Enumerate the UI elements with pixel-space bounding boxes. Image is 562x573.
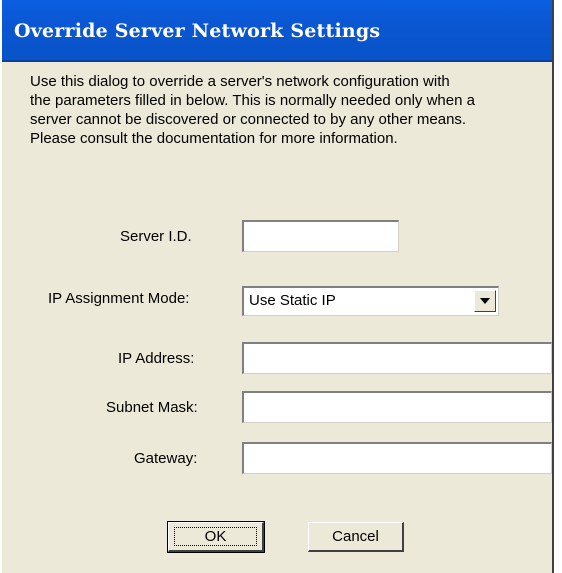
ok-button[interactable]: OK: [167, 521, 265, 553]
ip-mode-label: IP Assignment Mode:: [48, 290, 190, 307]
ip-mode-select[interactable]: Use Static IP: [242, 286, 499, 316]
subnet-mask-label: Subnet Mask:: [106, 399, 198, 416]
ip-address-label: IP Address:: [118, 350, 195, 367]
description-line: Please consult the documentation for mor…: [30, 130, 398, 147]
gateway-input[interactable]: [242, 442, 552, 474]
cancel-button[interactable]: Cancel: [308, 522, 404, 552]
server-id-label: Server I.D.: [120, 228, 192, 245]
description-line: the parameters filled in below. This is …: [30, 92, 475, 109]
subnet-mask-input[interactable]: [242, 391, 552, 423]
dialog-description: Use this dialog to override a server's n…: [30, 72, 550, 148]
chevron-down-icon: [480, 298, 490, 304]
ip-mode-dropdown-button[interactable]: [474, 290, 496, 312]
focus-rect: [174, 527, 257, 546]
gateway-label: Gateway:: [134, 450, 198, 467]
description-line: Use this dialog to override a server's n…: [30, 73, 450, 90]
server-id-input[interactable]: [242, 220, 399, 252]
dialog-title: Override Server Network Settings: [14, 20, 381, 42]
title-bar[interactable]: Override Server Network Settings: [2, 0, 552, 62]
cancel-button-label: Cancel: [332, 528, 379, 545]
description-line: server cannot be discovered or connected…: [30, 111, 467, 128]
ip-address-input[interactable]: [242, 342, 552, 374]
ip-mode-selected-value: Use Static IP: [249, 292, 336, 309]
override-network-dialog: Override Server Network Settings Use thi…: [0, 0, 554, 573]
